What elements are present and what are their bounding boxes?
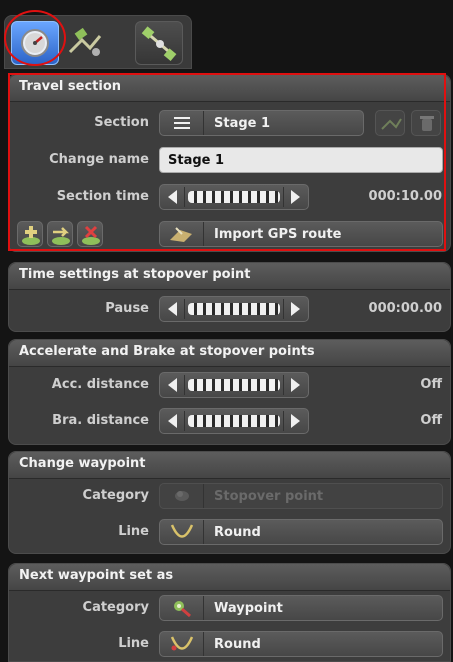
change-waypoint-panel: Change waypoint Category Stopover point …: [8, 451, 451, 554]
category-label: Category: [82, 488, 149, 503]
route-tab[interactable]: [61, 21, 107, 65]
panel-title: Time settings at stopover point: [19, 267, 251, 282]
slider-track[interactable]: [188, 379, 280, 391]
satellite-tab[interactable]: [135, 21, 183, 65]
highlight-box: [8, 73, 446, 251]
pause-slider[interactable]: [159, 296, 309, 322]
round-curve-icon: [170, 524, 194, 538]
waypoint-icon: [174, 601, 191, 618]
line-label: Line: [118, 636, 149, 651]
category-select-button[interactable]: Stopover point: [159, 483, 443, 509]
category-value: Stopover point: [214, 489, 324, 504]
decrease-arrow-icon[interactable]: [168, 302, 177, 316]
panel-title: Next waypoint set as: [19, 568, 174, 583]
pause-label: Pause: [105, 301, 149, 316]
satellite-icon: [141, 26, 177, 62]
panel-title: Accelerate and Brake at stopover points: [19, 344, 315, 359]
acc-distance-slider[interactable]: [159, 372, 309, 398]
round-curve-icon: [170, 636, 194, 651]
bra-distance-value: Off: [420, 413, 442, 428]
pause-value: 000:00.00: [368, 301, 442, 316]
panel-title: Change waypoint: [19, 456, 146, 471]
time-settings-header: Time settings at stopover point: [9, 263, 450, 290]
increase-arrow-icon[interactable]: [291, 414, 300, 428]
change-waypoint-header: Change waypoint: [9, 452, 450, 479]
stopover-point-icon: [175, 491, 189, 501]
line-value: Round: [214, 637, 261, 652]
highlight-circle: [4, 10, 66, 66]
slider-track[interactable]: [188, 415, 280, 427]
next-waypoint-panel: Next waypoint set as Category Waypoint L…: [8, 563, 451, 662]
increase-arrow-icon[interactable]: [291, 302, 300, 316]
accel-brake-panel: Accelerate and Brake at stopover points …: [8, 339, 451, 445]
bra-distance-slider[interactable]: [159, 408, 309, 434]
category-label: Category: [82, 600, 149, 615]
category-select-button[interactable]: Waypoint: [159, 595, 443, 621]
accel-brake-header: Accelerate and Brake at stopover points: [9, 340, 450, 367]
acc-distance-value: Off: [420, 377, 442, 392]
line-value: Round: [214, 525, 261, 540]
line-select-button[interactable]: Round: [159, 519, 443, 545]
next-waypoint-header: Next waypoint set as: [9, 564, 450, 591]
time-settings-panel: Time settings at stopover point Pause 00…: [8, 262, 451, 332]
slider-track[interactable]: [188, 303, 280, 315]
line-select-button[interactable]: Round: [159, 631, 443, 657]
line-label: Line: [118, 524, 149, 539]
category-value: Waypoint: [214, 601, 283, 616]
acc-distance-label: Acc. distance: [51, 377, 149, 392]
route-icon: [68, 27, 102, 56]
decrease-arrow-icon[interactable]: [168, 378, 177, 392]
increase-arrow-icon[interactable]: [291, 378, 300, 392]
bra-distance-label: Bra. distance: [52, 413, 149, 428]
decrease-arrow-icon[interactable]: [168, 414, 177, 428]
